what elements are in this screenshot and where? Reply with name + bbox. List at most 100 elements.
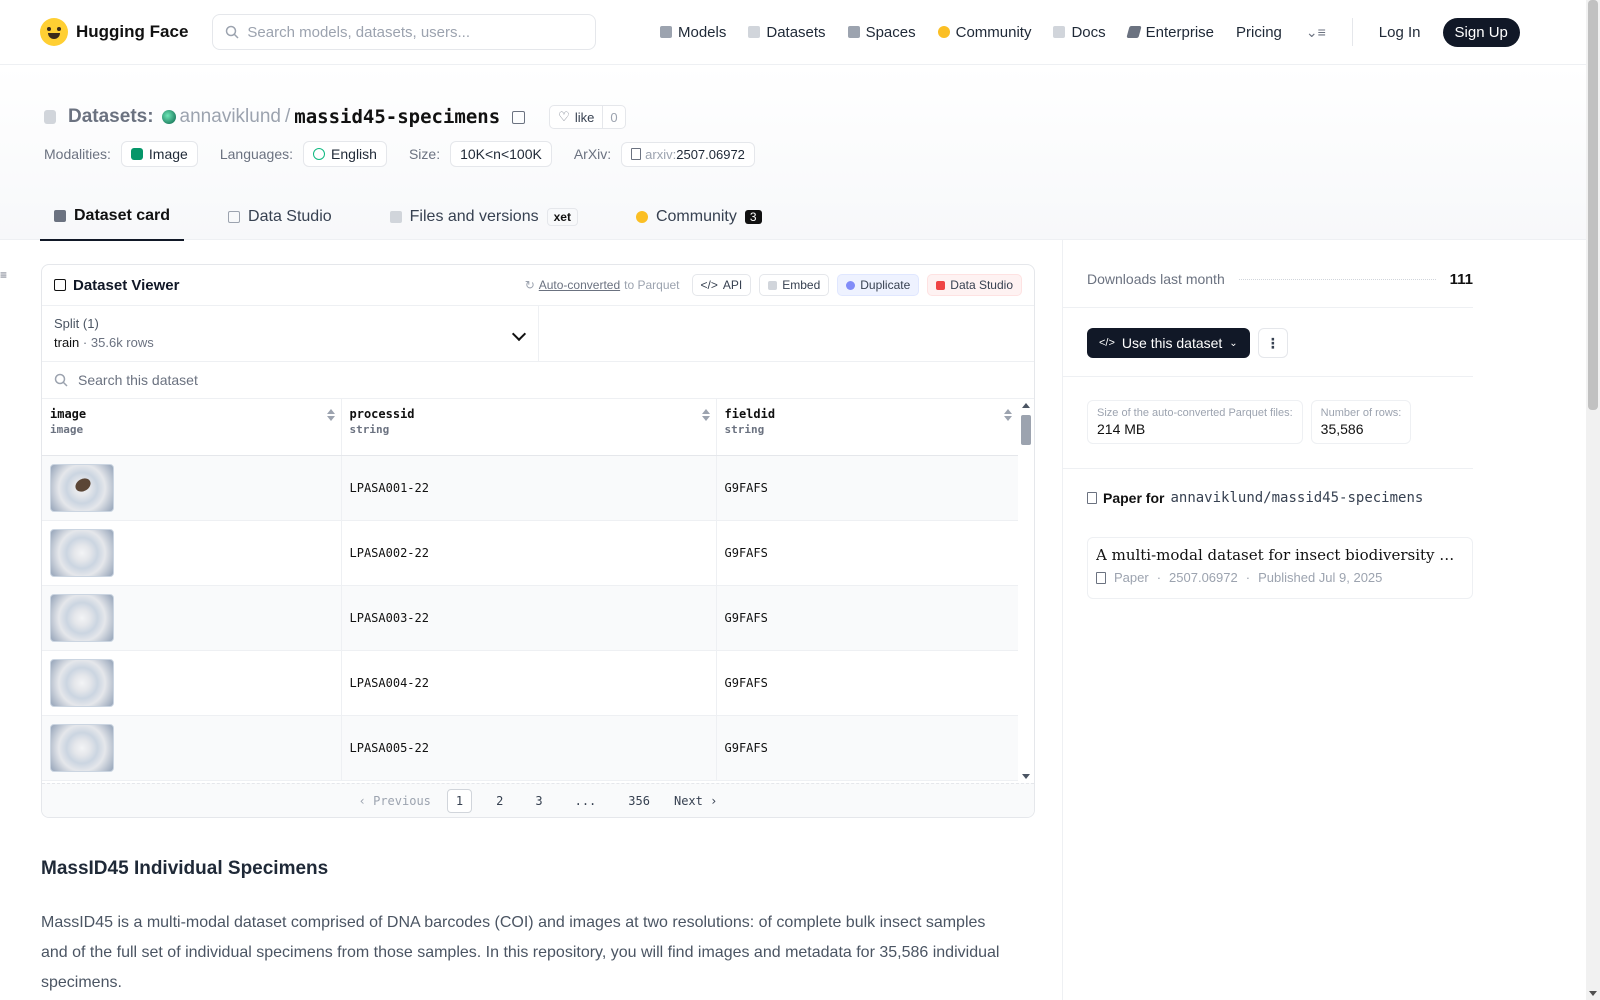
fieldid-cell[interactable]: G9FAFS	[716, 715, 1019, 781]
fieldid-cell[interactable]: G9FAFS	[716, 585, 1019, 651]
image-cell[interactable]	[42, 650, 342, 716]
paper-title[interactable]: A multi-modal dataset for insect biodive…	[1096, 546, 1464, 564]
page-3-button[interactable]: 3	[527, 790, 550, 812]
table-row[interactable]: LPASA003-22 G9FAFS	[42, 585, 1019, 651]
signup-button[interactable]: Sign Up	[1442, 17, 1520, 47]
document-icon	[1087, 492, 1097, 504]
rows-label: Number of rows:	[1320, 407, 1402, 419]
embed-label: Embed	[782, 278, 821, 292]
data-studio-button[interactable]: Data Studio	[927, 274, 1022, 296]
like-label: like	[574, 109, 595, 125]
specimen-thumbnail[interactable]	[50, 723, 114, 772]
page-2-button[interactable]: 2	[488, 790, 511, 812]
scroll-up-icon[interactable]	[1022, 403, 1030, 408]
image-cell[interactable]	[42, 455, 342, 521]
nav-spaces-label: Spaces	[865, 23, 916, 41]
avatar[interactable]	[161, 110, 176, 124]
global-search-input[interactable]: Search models, datasets, users...	[212, 14, 597, 50]
globe-icon	[313, 148, 326, 160]
tag-arxiv[interactable]: arxiv: 2507.06972	[621, 141, 755, 167]
processid-cell[interactable]: LPASA002-22	[341, 520, 717, 586]
tab-community[interactable]: Community 3	[622, 193, 776, 241]
metadata-tags: Modalities: Image Languages: English Siz…	[44, 141, 769, 167]
more-options-button[interactable]: ⋮	[1257, 328, 1288, 358]
brand-logo[interactable]: Hugging Face	[40, 18, 188, 46]
next-page-button[interactable]: Next ›	[674, 794, 717, 808]
nav-enterprise[interactable]: Enterprise	[1126, 24, 1214, 41]
specimen-thumbnail[interactable]	[50, 528, 114, 577]
table-row[interactable]: LPASA002-22 G9FAFS	[42, 520, 1019, 586]
login-link[interactable]: Log In	[1379, 24, 1421, 41]
column-header-fieldid[interactable]: fieldid string	[716, 399, 1019, 456]
more-menu-icon[interactable]: ⌄≡	[1306, 24, 1326, 41]
table-row[interactable]: LPASA005-22 G9FAFS	[42, 715, 1019, 781]
tab-data-studio[interactable]: Data Studio	[214, 193, 346, 241]
split-value: train · 35.6k rows	[54, 335, 526, 350]
sidebar-toggle-icon[interactable]: ≡	[0, 268, 10, 282]
arxiv-id: 2507.06972	[676, 146, 745, 162]
processid-cell[interactable]: LPASA004-22	[341, 650, 717, 716]
to-parquet-text: to Parquet	[624, 278, 680, 292]
fieldid-cell[interactable]: G9FAFS	[716, 520, 1019, 586]
embed-button[interactable]: Embed	[759, 274, 830, 296]
processid-cell[interactable]: LPASA001-22	[341, 455, 717, 521]
breadcrumb: Datasets: annaviklund / massid45-specime…	[44, 105, 626, 129]
specimen-thumbnail[interactable]	[50, 463, 114, 512]
dataset-search-placeholder: Search this dataset	[78, 372, 198, 388]
processid-cell[interactable]: LPASA005-22	[341, 715, 717, 781]
split-selector[interactable]: Split (1) train · 35.6k rows	[42, 306, 539, 361]
image-cell[interactable]	[42, 715, 342, 781]
duplicate-label: Duplicate	[860, 278, 911, 292]
page-1-button[interactable]: 1	[446, 788, 473, 813]
tag-language[interactable]: English	[303, 141, 387, 167]
like-button[interactable]: ♡ like 0	[549, 105, 626, 129]
embed-icon	[768, 280, 778, 290]
tab-dataset-card[interactable]: Dataset card	[40, 193, 185, 241]
search-icon	[226, 25, 239, 39]
page-scrollbar[interactable]	[1586, 0, 1600, 1000]
column-header-image[interactable]: image image	[42, 399, 342, 456]
tag-size[interactable]: 10K<n<100K	[450, 141, 552, 167]
nav-community[interactable]: Community	[937, 24, 1031, 41]
specimen-thumbnail[interactable]	[50, 593, 114, 642]
scroll-down-icon[interactable]	[1589, 991, 1597, 996]
page-last-button[interactable]: 356	[620, 790, 658, 812]
database-icon	[44, 110, 56, 124]
divider	[1063, 468, 1473, 469]
processid-cell[interactable]: LPASA003-22	[341, 585, 717, 651]
use-this-dataset-button[interactable]: </> Use this dataset ⌄	[1087, 328, 1250, 358]
copy-icon[interactable]	[512, 110, 526, 124]
tab-files-and-versions[interactable]: Files and versions xet	[376, 193, 592, 241]
specimen-thumbnail[interactable]	[50, 658, 114, 707]
table-icon	[228, 211, 241, 223]
scrollbar-thumb[interactable]	[1021, 415, 1031, 445]
image-cell[interactable]	[42, 585, 342, 651]
hugging-face-logo-icon	[40, 18, 68, 46]
page-scrollbar-thumb[interactable]	[1588, 0, 1598, 410]
auto-converted-link[interactable]: Auto-converted	[539, 278, 620, 292]
fieldid-cell[interactable]: G9FAFS	[716, 455, 1019, 521]
api-button[interactable]: </> API	[691, 274, 752, 296]
nav-docs[interactable]: Docs	[1053, 24, 1106, 41]
scroll-down-icon[interactable]	[1022, 774, 1030, 779]
breadcrumb-owner[interactable]: annaviklund	[180, 106, 281, 128]
tag-modality[interactable]: Image	[120, 141, 198, 167]
image-cell[interactable]	[42, 520, 342, 586]
paper-card[interactable]: A multi-modal dataset for insect biodive…	[1087, 537, 1473, 599]
fieldid-cell[interactable]: G9FAFS	[716, 650, 1019, 716]
document-icon	[631, 148, 642, 160]
column-header-processid[interactable]: processid string	[341, 399, 717, 456]
table-scrollbar[interactable]	[1018, 399, 1034, 783]
duplicate-button[interactable]: Duplicate	[837, 274, 920, 296]
nav-datasets[interactable]: Datasets	[748, 24, 826, 41]
table-row[interactable]: LPASA001-22 G9FAFS	[42, 455, 1019, 521]
nav-pricing[interactable]: Pricing	[1236, 24, 1282, 41]
breadcrumb-section[interactable]: Datasets:	[68, 106, 154, 128]
size-stats: Size of the auto-converted Parquet files…	[1087, 400, 1473, 444]
nav-spaces[interactable]: Spaces	[847, 23, 916, 41]
repo-name[interactable]: massid45-specimens	[294, 106, 500, 128]
table-row[interactable]: LPASA004-22 G9FAFS	[42, 650, 1019, 716]
dataset-search-input[interactable]: Search this dataset	[42, 362, 1034, 399]
previous-page-button[interactable]: ‹ Previous	[359, 794, 431, 808]
nav-models[interactable]: Models	[660, 24, 726, 41]
